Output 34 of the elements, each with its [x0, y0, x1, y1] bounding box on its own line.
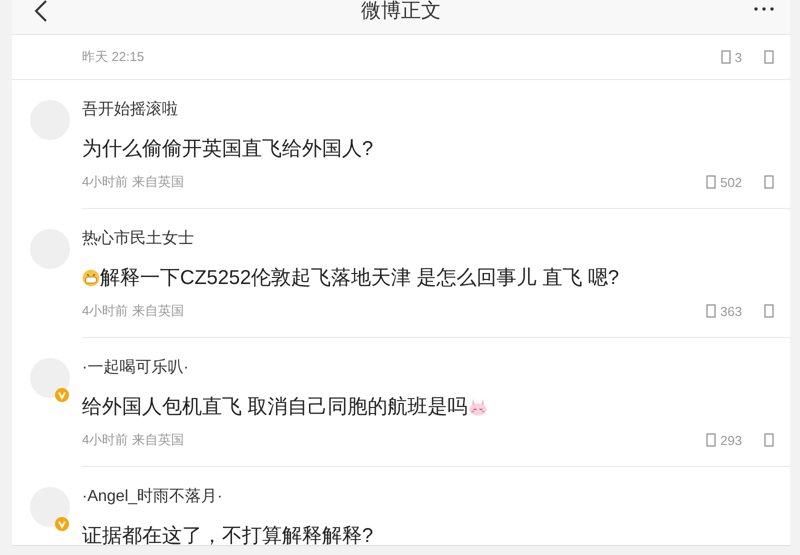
avatar[interactable]	[30, 487, 70, 527]
square-icon[interactable]	[764, 50, 774, 64]
square-icon[interactable]	[720, 50, 731, 64]
square-icon[interactable]	[706, 433, 716, 447]
comment-text: 证据都在这了，不打算解释解释?	[82, 524, 374, 549]
user-name[interactable]: 热心市民土女士	[82, 229, 774, 249]
grin-emoji-icon	[82, 269, 100, 287]
page-title: 微博正文	[361, 0, 441, 22]
like-count: 502	[720, 174, 742, 190]
square-icon[interactable]	[764, 433, 774, 447]
square-icon[interactable]	[706, 304, 716, 318]
user-name[interactable]: ·一起喝可乐叭·	[82, 358, 774, 378]
more-icon[interactable]	[754, 7, 774, 11]
square-icon[interactable]	[764, 304, 774, 318]
like-count: 293	[720, 432, 742, 448]
comment-location: 来自英国	[132, 302, 184, 320]
comment-text: 为什么偷偷开英国直飞给外国人?	[82, 137, 374, 162]
comment-location: 来自英国	[132, 431, 184, 449]
comment-time: 4小时前	[82, 302, 128, 320]
user-name[interactable]: 吾开始摇滚啦	[82, 100, 774, 120]
comment-text: 解释一下CZ5252伦敦起飞落地天津 是怎么回事儿 直飞 嗯?	[100, 266, 619, 291]
comment-time: 4小时前	[82, 173, 128, 191]
post-time: 昨天 22:15	[82, 48, 144, 66]
square-icon[interactable]	[706, 175, 716, 189]
back-icon[interactable]	[34, 0, 48, 22]
comment-time: 4小时前	[82, 431, 128, 449]
comment-text: 给外国人包机直飞 取消自己同胞的航班是吗	[82, 395, 468, 420]
square-icon[interactable]	[764, 175, 774, 189]
avatar[interactable]	[30, 358, 70, 398]
like-count: 363	[720, 304, 742, 318]
user-name[interactable]: ·Angel_时雨不落月·	[82, 487, 774, 507]
comment-location: 来自英国	[132, 173, 184, 191]
bunny-face-icon	[468, 398, 488, 416]
comment-count: 3	[734, 50, 742, 64]
